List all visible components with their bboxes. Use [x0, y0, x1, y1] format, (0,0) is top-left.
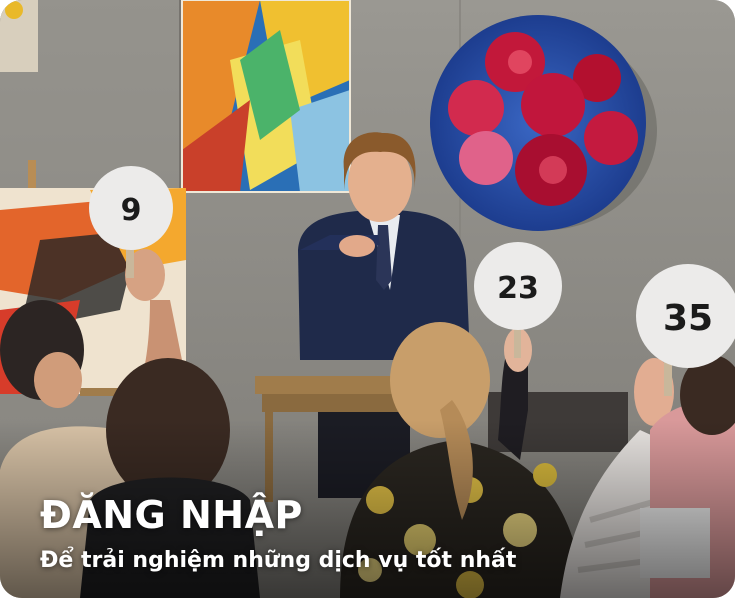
- svg-text:9: 9: [121, 193, 142, 228]
- svg-text:35: 35: [663, 298, 713, 339]
- login-subtitle: Để trải nghiệm những dịch vụ tốt nhất: [40, 548, 517, 573]
- login-title: ĐĂNG NHẬP: [40, 493, 303, 537]
- hero-caption: ĐĂNG NHẬP Để trải nghiệm những dịch vụ t…: [40, 492, 516, 576]
- svg-text:23: 23: [497, 271, 539, 306]
- login-hero-banner: 9 23 35 ĐĂNG NHẬP Để trải nghiệm những d…: [0, 0, 735, 598]
- abstract-painting: [181, 0, 351, 193]
- small-painting: [0, 0, 38, 72]
